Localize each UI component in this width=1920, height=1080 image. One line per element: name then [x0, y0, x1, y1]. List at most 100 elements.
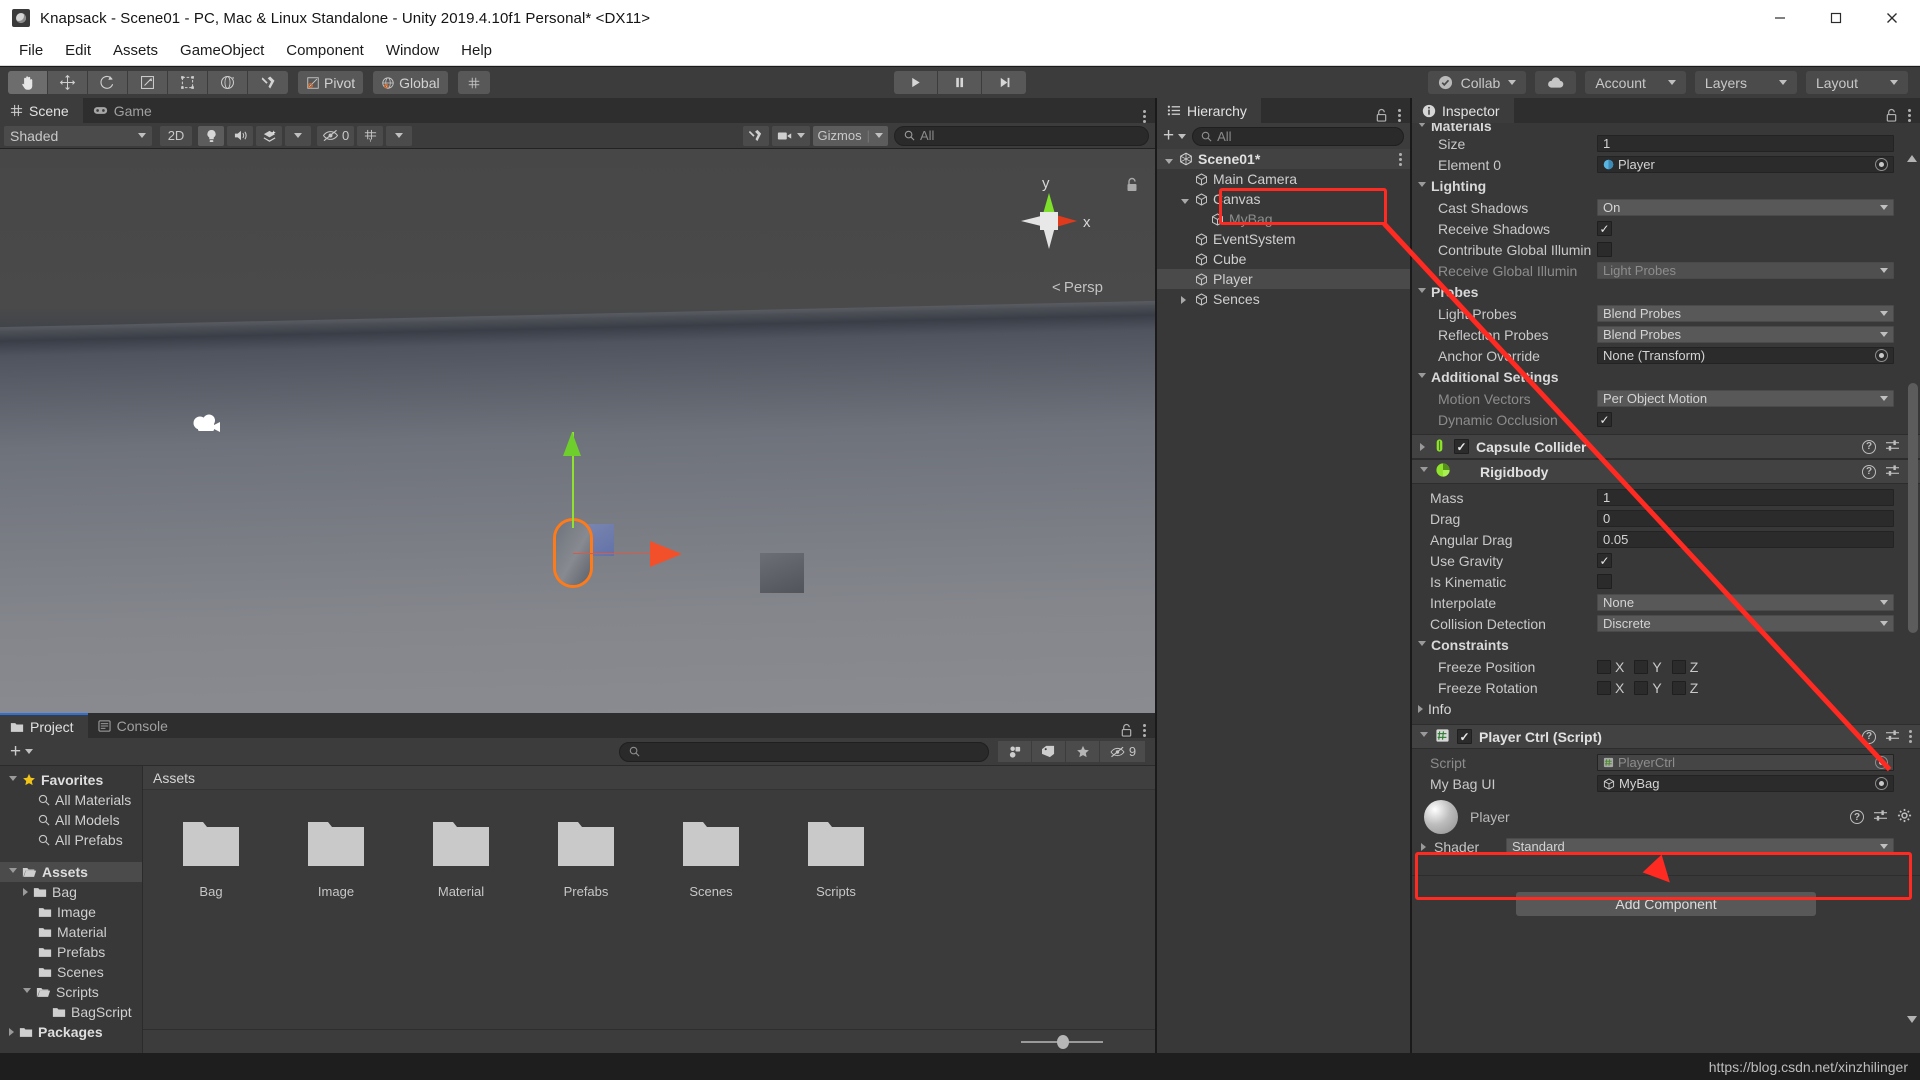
project-search-input[interactable] — [619, 741, 989, 762]
menu-assets[interactable]: Assets — [102, 39, 169, 62]
project-create-button[interactable]: + — [10, 741, 34, 763]
project-tree-item-packages[interactable]: Packages — [0, 1022, 142, 1042]
freeze-rotation-y[interactable]: Y — [1634, 680, 1662, 696]
scroll-up-arrow-icon[interactable] — [1907, 155, 1917, 162]
hierarchy-create-button[interactable]: + — [1163, 125, 1187, 147]
object-picker-icon[interactable] — [1875, 158, 1888, 171]
motion-vectors-dropdown[interactable]: Per Object Motion — [1597, 390, 1894, 407]
inspector-scrollbar[interactable] — [1908, 153, 1918, 1025]
scene-fx-toggle[interactable] — [256, 125, 282, 146]
tab-scene[interactable]: Scene — [0, 98, 83, 123]
favorite-filter-button[interactable] — [1065, 741, 1099, 762]
transform-tool-button[interactable] — [208, 71, 248, 94]
scene-camera-button[interactable] — [771, 125, 810, 146]
mass-field[interactable]: 1 — [1597, 489, 1894, 506]
shader-foldout-arrow[interactable] — [1412, 842, 1434, 851]
hierarchy-item-maincamera[interactable]: Main Camera — [1157, 169, 1410, 189]
project-hidden-toggle[interactable]: 9 — [1099, 741, 1145, 762]
step-button[interactable] — [982, 71, 1026, 94]
triangle-closed-icon[interactable] — [1420, 442, 1425, 451]
project-tree-item-scenes[interactable]: Scenes — [0, 962, 142, 982]
hand-tool-button[interactable] — [8, 71, 48, 94]
asset-folder-bag[interactable]: Bag — [175, 818, 247, 899]
hierarchy-item-cube[interactable]: Cube — [1157, 249, 1410, 269]
inspector-options-kebab-icon[interactable] — [1908, 109, 1911, 122]
cloud-button[interactable] — [1535, 71, 1577, 94]
triangle-open-icon[interactable] — [9, 775, 17, 785]
menu-gameobject[interactable]: GameObject — [169, 39, 275, 62]
hierarchy-item-scene01[interactable]: Scene01* — [1157, 149, 1410, 169]
project-tree-item-prefabs[interactable]: Prefabs — [0, 942, 142, 962]
reflection-probes-dropdown[interactable]: Blend Probes — [1597, 326, 1894, 343]
hierarchy-item-sences[interactable]: Sences — [1157, 289, 1410, 309]
scene-tools-button[interactable] — [742, 125, 769, 146]
scene-view-orientation-gizmo[interactable]: y x — [999, 171, 1099, 271]
help-icon[interactable]: ? — [1862, 464, 1876, 479]
draw-mode-dropdown[interactable]: Shaded — [4, 125, 152, 146]
hierarchy-item-eventsystem[interactable]: EventSystem — [1157, 229, 1410, 249]
project-tree-item-material[interactable]: Material — [0, 922, 142, 942]
preset-icon[interactable] — [1873, 809, 1888, 826]
project-folder-tree[interactable]: Favorites All Materials All Models All Pref… — [0, 766, 143, 1053]
materials-size-field[interactable]: 1 — [1597, 135, 1894, 152]
menu-window[interactable]: Window — [375, 39, 450, 62]
asset-folder-scripts[interactable]: Scripts — [800, 818, 872, 899]
tab-inspector[interactable]: Inspector — [1412, 98, 1514, 123]
close-button[interactable] — [1864, 0, 1920, 36]
project-tree-item-favorites[interactable]: Favorites — [0, 770, 142, 790]
mybag-ui-field[interactable]: MyBag — [1597, 775, 1894, 792]
scroll-down-arrow-icon[interactable] — [1907, 1016, 1917, 1023]
asset-folder-prefabs[interactable]: Prefabs — [550, 818, 622, 899]
constraints-foldout[interactable]: Constraints — [1412, 634, 1920, 656]
probes-foldout[interactable]: Probes — [1412, 281, 1920, 303]
hierarchy-item-player[interactable]: Player — [1157, 269, 1410, 289]
additional-settings-foldout[interactable]: Additional Settings — [1412, 366, 1920, 388]
custom-tool-button[interactable] — [248, 71, 288, 94]
triangle-closed-icon[interactable] — [9, 1028, 14, 1036]
freeze-rotation-x[interactable]: X — [1597, 680, 1624, 696]
freeze-rotation-x-checkbox[interactable] — [1597, 680, 1611, 695]
lighting-foldout[interactable]: Lighting — [1412, 175, 1920, 197]
scene-audio-toggle[interactable] — [227, 125, 253, 146]
receive-shadows-checkbox[interactable]: ✓ — [1597, 221, 1612, 236]
triangle-closed-icon[interactable] — [1181, 291, 1193, 307]
project-tree-item-scripts[interactable]: Scripts — [0, 982, 142, 1002]
triangle-open-icon[interactable] — [1420, 732, 1428, 741]
triangle-open-icon[interactable] — [23, 987, 31, 997]
hierarchy-item-mybag[interactable]: MyBag — [1157, 209, 1410, 229]
help-icon[interactable]: ? — [1850, 810, 1864, 824]
layout-button[interactable]: Layout — [1805, 71, 1908, 94]
scene-projection-label[interactable]: < Persp — [1052, 279, 1103, 296]
menu-help[interactable]: Help — [450, 39, 503, 62]
play-button[interactable] — [894, 71, 938, 94]
tab-hierarchy[interactable]: Hierarchy — [1157, 98, 1261, 123]
freeze-position-y[interactable]: Y — [1634, 659, 1662, 675]
triangle-open-icon[interactable] — [1181, 191, 1193, 207]
object-filter-button[interactable] — [997, 741, 1031, 762]
use-gravity-checkbox[interactable]: ✓ — [1597, 553, 1612, 568]
label-filter-button[interactable] — [1031, 741, 1065, 762]
scale-tool-button[interactable] — [128, 71, 168, 94]
gizmo-axis-y-arrow[interactable] — [563, 432, 581, 456]
info-foldout[interactable]: Info — [1412, 698, 1920, 720]
scene-grid-visibility-toggle[interactable]: Y — [357, 125, 384, 146]
asset-folder-material[interactable]: Material — [425, 818, 497, 899]
gizmo-axis-x[interactable] — [573, 553, 661, 554]
scene-fx-dropdown[interactable] — [285, 125, 311, 146]
freeze-position-z[interactable]: Z — [1671, 659, 1698, 675]
project-tree-item-bagscript[interactable]: BagScript — [0, 1002, 142, 1022]
scene-options-kebab-icon[interactable] — [1143, 110, 1146, 123]
freeze-position-y-checkbox[interactable] — [1634, 659, 1649, 674]
hierarchy-item-canvas[interactable]: Canvas — [1157, 189, 1410, 209]
freeze-position-x[interactable]: X — [1597, 659, 1624, 675]
gizmo-axis-x-arrow[interactable] — [650, 541, 682, 567]
anchor-override-field[interactable]: None (Transform) — [1597, 347, 1894, 364]
materials-foldout[interactable]: Materials — [1412, 123, 1920, 134]
preset-icon[interactable] — [1885, 439, 1900, 455]
gizmos-button[interactable]: Gizmos | — [812, 125, 888, 146]
project-tree-item-allprefabs[interactable]: All Prefabs — [0, 830, 142, 850]
shader-dropdown[interactable]: Standard — [1506, 838, 1894, 855]
preset-icon[interactable] — [1885, 729, 1900, 745]
hierarchy-search-input[interactable]: All — [1192, 126, 1404, 146]
project-options-kebab-icon[interactable] — [1143, 724, 1146, 737]
